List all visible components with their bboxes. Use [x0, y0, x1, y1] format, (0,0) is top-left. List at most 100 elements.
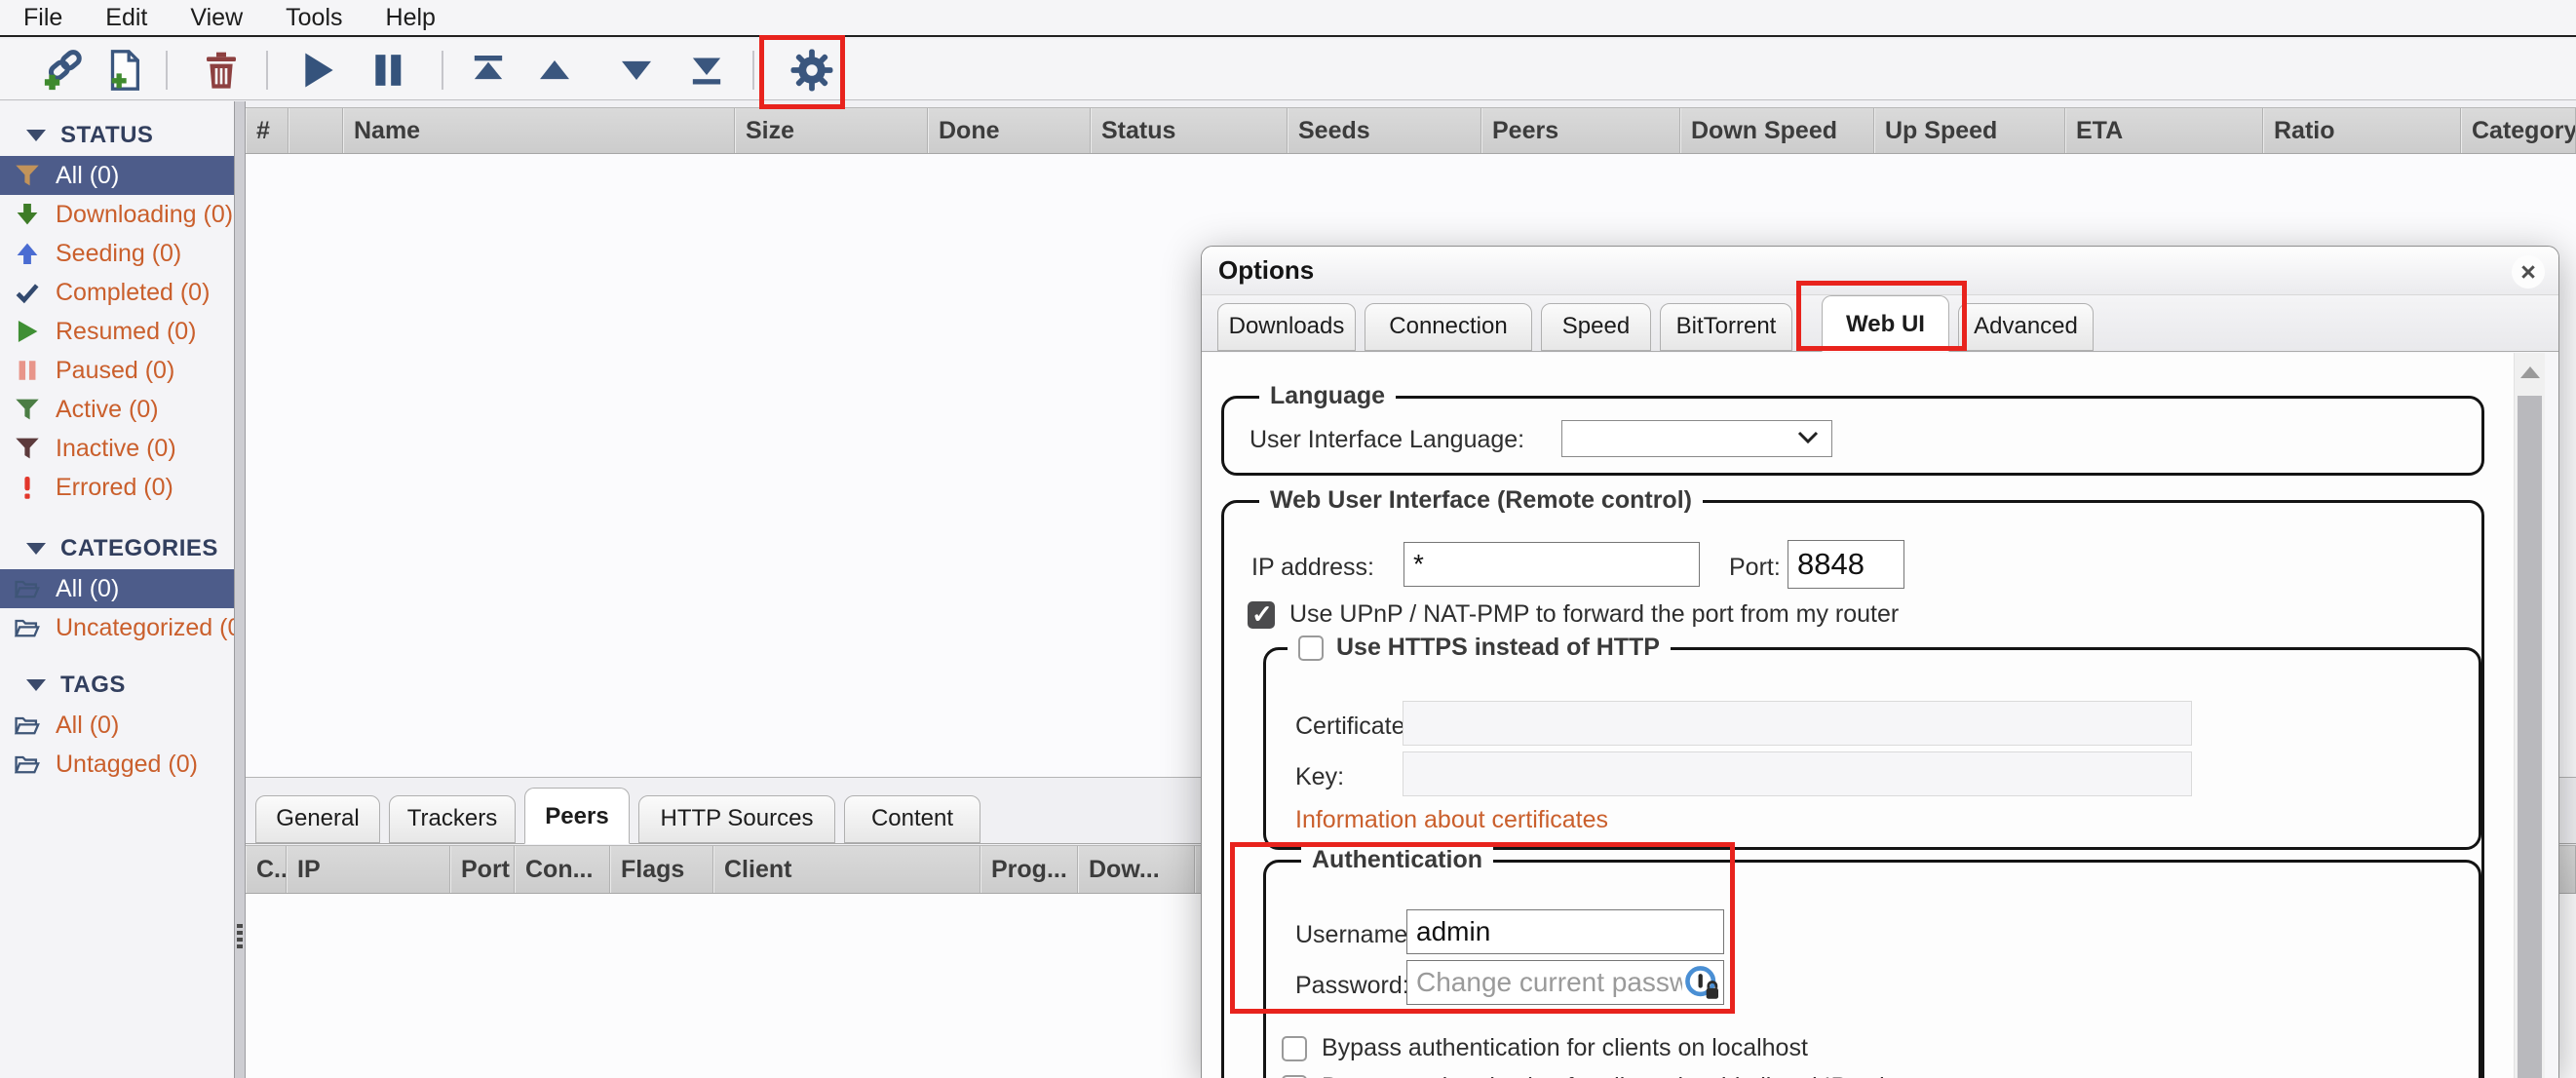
upnp-label: Use UPnP / NAT-PMP to forward the port f…: [1289, 600, 1899, 629]
scroll-up-button[interactable]: [2515, 353, 2545, 392]
close-icon[interactable]: ×: [2512, 255, 2545, 289]
column-header-ratio[interactable]: Ratio: [2263, 108, 2461, 153]
pause-button[interactable]: [361, 47, 415, 94]
move-to-top-icon: [468, 51, 509, 90]
move-to-bottom-button[interactable]: [679, 47, 734, 94]
certificates-info-link[interactable]: Information about certificates: [1295, 806, 1608, 834]
sidebar-item-all-status[interactable]: All (0): [0, 156, 234, 195]
torrent-table-header: # Name Size Done Status Seeds Peers Down…: [246, 107, 2576, 154]
dialog-scrollbar[interactable]: [2514, 353, 2545, 1078]
tab-speed[interactable]: Speed: [1541, 303, 1651, 351]
ui-language-label: User Interface Language:: [1250, 426, 1524, 454]
tab-web-ui[interactable]: Web UI: [1822, 295, 1949, 352]
menu-bar: File Edit View Tools Help: [0, 0, 2576, 37]
bypass-localhost-checkbox[interactable]: [1282, 1036, 1307, 1061]
column-header-number[interactable]: #: [246, 108, 288, 153]
username-input[interactable]: [1406, 909, 1724, 954]
tab-downloads[interactable]: Downloads: [1217, 303, 1356, 351]
delete-button[interactable]: [194, 47, 249, 94]
column-header-eta[interactable]: ETA: [2065, 108, 2263, 153]
peers-column-port[interactable]: Port: [450, 846, 515, 893]
move-to-top-button[interactable]: [461, 47, 516, 94]
key-input[interactable]: [1403, 751, 2192, 796]
resume-button[interactable]: [289, 47, 344, 94]
peers-column-client[interactable]: Client: [713, 846, 980, 893]
column-header-seeds[interactable]: Seeds: [1288, 108, 1481, 153]
tab-content[interactable]: Content: [844, 795, 980, 843]
column-header-size[interactable]: Size: [735, 108, 928, 153]
dialog-title-bar[interactable]: Options ×: [1202, 247, 2558, 295]
certificate-label: Certificate:: [1295, 712, 1411, 741]
ui-language-select[interactable]: [1561, 420, 1832, 457]
tab-general[interactable]: General: [255, 795, 380, 843]
password-input[interactable]: [1406, 960, 1724, 1005]
chevron-down-icon: [1796, 429, 1820, 451]
port-input[interactable]: [1788, 540, 1904, 589]
sidebar-item-paused[interactable]: Paused (0): [0, 351, 234, 390]
move-up-icon: [535, 51, 574, 90]
password-manager-lock-icon[interactable]: [1683, 964, 1722, 1008]
move-down-button[interactable]: [609, 47, 664, 94]
menu-view[interactable]: View: [169, 4, 264, 32]
dialog-title: Options: [1218, 255, 1314, 286]
column-header-upspeed[interactable]: Up Speed: [1874, 108, 2065, 153]
tab-peers[interactable]: Peers: [524, 788, 630, 844]
peers-column-downloaded[interactable]: Dow...: [1078, 846, 1195, 893]
column-header-downspeed[interactable]: Down Speed: [1680, 108, 1874, 153]
column-header-peers[interactable]: Peers: [1481, 108, 1680, 153]
tab-advanced[interactable]: Advanced: [1958, 303, 2094, 351]
sidebar-item-uncategorized[interactable]: Uncategorized (0): [0, 608, 234, 647]
menu-tools[interactable]: Tools: [264, 4, 364, 32]
options-button[interactable]: [785, 47, 839, 94]
sidebar-item-seeding[interactable]: Seeding (0): [0, 234, 234, 273]
sidebar-item-untagged[interactable]: Untagged (0): [0, 745, 234, 784]
sidebar-splitter[interactable]: [234, 101, 246, 1078]
column-header-icon[interactable]: [288, 108, 343, 153]
toolbar-separator: [442, 51, 443, 90]
ip-address-input[interactable]: [1403, 542, 1700, 587]
add-torrent-file-button[interactable]: [97, 47, 152, 94]
bypass-subnet-label: Bypass authentication for clients in whi…: [1322, 1073, 1939, 1078]
username-label: Username:: [1295, 921, 1414, 949]
peers-column-country[interactable]: C..: [246, 846, 287, 893]
upnp-checkbox[interactable]: [1248, 601, 1275, 629]
scrollbar-thumb[interactable]: [2518, 396, 2542, 1078]
tab-http-sources[interactable]: HTTP Sources: [638, 795, 835, 843]
move-down-icon: [617, 51, 656, 90]
menu-edit[interactable]: Edit: [84, 4, 169, 32]
dialog-content: Language User Interface Language: Web Us…: [1202, 353, 2516, 1078]
sidebar-item-errored[interactable]: Errored (0): [0, 468, 234, 507]
column-header-name[interactable]: Name: [343, 108, 735, 153]
https-checkbox[interactable]: [1298, 635, 1324, 661]
collapse-triangle-icon: [26, 679, 46, 691]
menu-file[interactable]: File: [2, 4, 84, 32]
column-header-status[interactable]: Status: [1091, 108, 1288, 153]
https-legend: Use HTTPS instead of HTTP: [1336, 634, 1660, 662]
sidebar-item-active[interactable]: Active (0): [0, 390, 234, 429]
peers-column-flags[interactable]: Flags: [610, 846, 713, 893]
folder-open-icon: [13, 751, 42, 777]
column-header-category[interactable]: Category: [2461, 108, 2576, 153]
sidebar-item-resumed[interactable]: Resumed (0): [0, 312, 234, 351]
funnel-icon: [13, 163, 42, 188]
tab-bittorrent[interactable]: BitTorrent: [1660, 303, 1792, 351]
peers-column-ip[interactable]: IP: [287, 846, 450, 893]
menu-help[interactable]: Help: [365, 4, 457, 32]
tab-connection[interactable]: Connection: [1365, 303, 1532, 351]
peers-column-progress[interactable]: Prog...: [980, 846, 1078, 893]
sidebar-item-completed[interactable]: Completed (0): [0, 273, 234, 312]
bypass-subnet-checkbox[interactable]: [1282, 1075, 1307, 1078]
peers-column-connection[interactable]: Con...: [515, 846, 610, 893]
sidebar-item-all-tags[interactable]: All (0): [0, 706, 234, 745]
tab-trackers[interactable]: Trackers: [389, 795, 516, 843]
categories-section-header[interactable]: CATEGORIES: [0, 526, 234, 569]
status-section-header[interactable]: STATUS: [0, 113, 234, 156]
tags-section-header[interactable]: TAGS: [0, 663, 234, 706]
certificate-input[interactable]: [1403, 701, 2192, 746]
column-header-done[interactable]: Done: [928, 108, 1091, 153]
sidebar-item-downloading[interactable]: Downloading (0): [0, 195, 234, 234]
add-torrent-link-button[interactable]: [37, 47, 92, 94]
move-up-button[interactable]: [527, 47, 582, 94]
sidebar-item-inactive[interactable]: Inactive (0): [0, 429, 234, 468]
sidebar-item-all-categories[interactable]: All (0): [0, 569, 234, 608]
